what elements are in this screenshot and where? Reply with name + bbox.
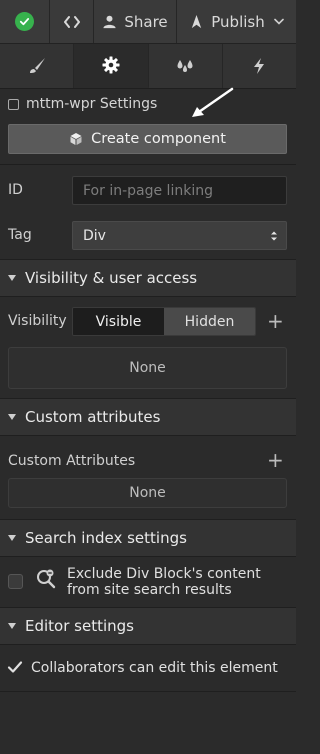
top-toolbar: Share Publish bbox=[0, 0, 296, 44]
collaborators-label: Collaborators can edit this element bbox=[31, 660, 278, 676]
code-button[interactable] bbox=[50, 0, 94, 43]
exclude-search-label: Exclude Div Block's content from site se… bbox=[67, 566, 261, 598]
collapse-triangle-icon bbox=[8, 275, 16, 281]
create-component-label: Create component bbox=[91, 131, 226, 147]
visibility-none-text: None bbox=[129, 360, 166, 376]
search-index-section-header[interactable]: Search index settings bbox=[0, 519, 296, 557]
check-circle-icon bbox=[15, 12, 34, 31]
visibility-hidden-option[interactable]: Hidden bbox=[164, 308, 255, 335]
divider bbox=[0, 164, 296, 165]
tag-select[interactable]: Div bbox=[72, 221, 287, 250]
collapse-triangle-icon bbox=[8, 623, 16, 629]
select-arrows-icon bbox=[271, 231, 277, 240]
editor-section-title: Editor settings bbox=[25, 617, 134, 635]
code-brackets-icon bbox=[63, 15, 80, 28]
id-placeholder: For in-page linking bbox=[83, 182, 213, 199]
rocket-icon bbox=[192, 14, 202, 29]
panel-bottom bbox=[0, 691, 296, 754]
visibility-section-title: Visibility & user access bbox=[25, 269, 198, 287]
exclude-search-line1: Exclude Div Block's content bbox=[67, 566, 261, 582]
visibility-none-box: None bbox=[8, 347, 287, 389]
tag-label: Tag bbox=[8, 227, 32, 243]
arrow-annotation-icon bbox=[192, 87, 234, 117]
custom-attributes-section-header[interactable]: Custom attributes bbox=[0, 398, 296, 436]
status-indicator[interactable] bbox=[0, 0, 50, 43]
collapse-triangle-icon bbox=[8, 414, 16, 420]
chevron-down-icon bbox=[273, 15, 284, 28]
component-checkbox[interactable] bbox=[8, 98, 19, 110]
visibility-toggle: Visible Hidden bbox=[72, 307, 256, 336]
tab-style[interactable] bbox=[0, 44, 75, 88]
collapse-triangle-icon bbox=[8, 535, 16, 541]
exclude-search-line2: from site search results bbox=[67, 582, 232, 598]
add-attribute-icon[interactable]: + bbox=[267, 450, 284, 470]
component-settings-row[interactable]: mttm-wpr Settings bbox=[8, 96, 157, 112]
lightning-icon bbox=[254, 58, 265, 74]
visibility-label: Visibility bbox=[8, 313, 67, 329]
user-icon bbox=[103, 15, 116, 29]
share-button[interactable]: Share bbox=[94, 0, 177, 43]
editor-section-header[interactable]: Editor settings bbox=[0, 607, 296, 645]
create-component-button[interactable]: Create component bbox=[8, 124, 287, 154]
add-visibility-icon[interactable]: + bbox=[267, 311, 284, 331]
tag-value: Div bbox=[83, 227, 106, 244]
component-settings-label: mttm-wpr Settings bbox=[26, 96, 158, 112]
custom-attributes-none-box: None bbox=[8, 478, 287, 508]
visibility-visible-option[interactable]: Visible bbox=[73, 308, 164, 335]
custom-attributes-label: Custom Attributes bbox=[8, 453, 136, 469]
panel-tabs bbox=[0, 44, 296, 89]
exclude-search-checkbox[interactable] bbox=[8, 574, 23, 589]
id-input[interactable]: For in-page linking bbox=[72, 176, 287, 205]
gear-icon bbox=[102, 56, 120, 74]
droplets-icon bbox=[177, 60, 193, 72]
tab-settings[interactable] bbox=[74, 44, 149, 88]
search-index-section-title: Search index settings bbox=[25, 529, 187, 547]
publish-button[interactable]: Publish bbox=[177, 0, 296, 43]
checkmark-icon bbox=[7, 661, 23, 673]
share-label: Share bbox=[124, 12, 168, 31]
brush-icon bbox=[29, 58, 45, 73]
tab-lightning[interactable] bbox=[223, 44, 296, 88]
tab-interactions[interactable] bbox=[149, 44, 223, 88]
search-exclude-icon bbox=[37, 569, 56, 589]
visibility-section-header[interactable]: Visibility & user access bbox=[0, 259, 296, 297]
cube-icon bbox=[70, 133, 82, 145]
id-label: ID bbox=[8, 182, 23, 198]
publish-label: Publish bbox=[211, 12, 265, 31]
custom-attributes-none-text: None bbox=[129, 485, 166, 501]
collaborators-checkbox[interactable] bbox=[7, 659, 23, 674]
custom-attributes-section-title: Custom attributes bbox=[25, 408, 161, 426]
